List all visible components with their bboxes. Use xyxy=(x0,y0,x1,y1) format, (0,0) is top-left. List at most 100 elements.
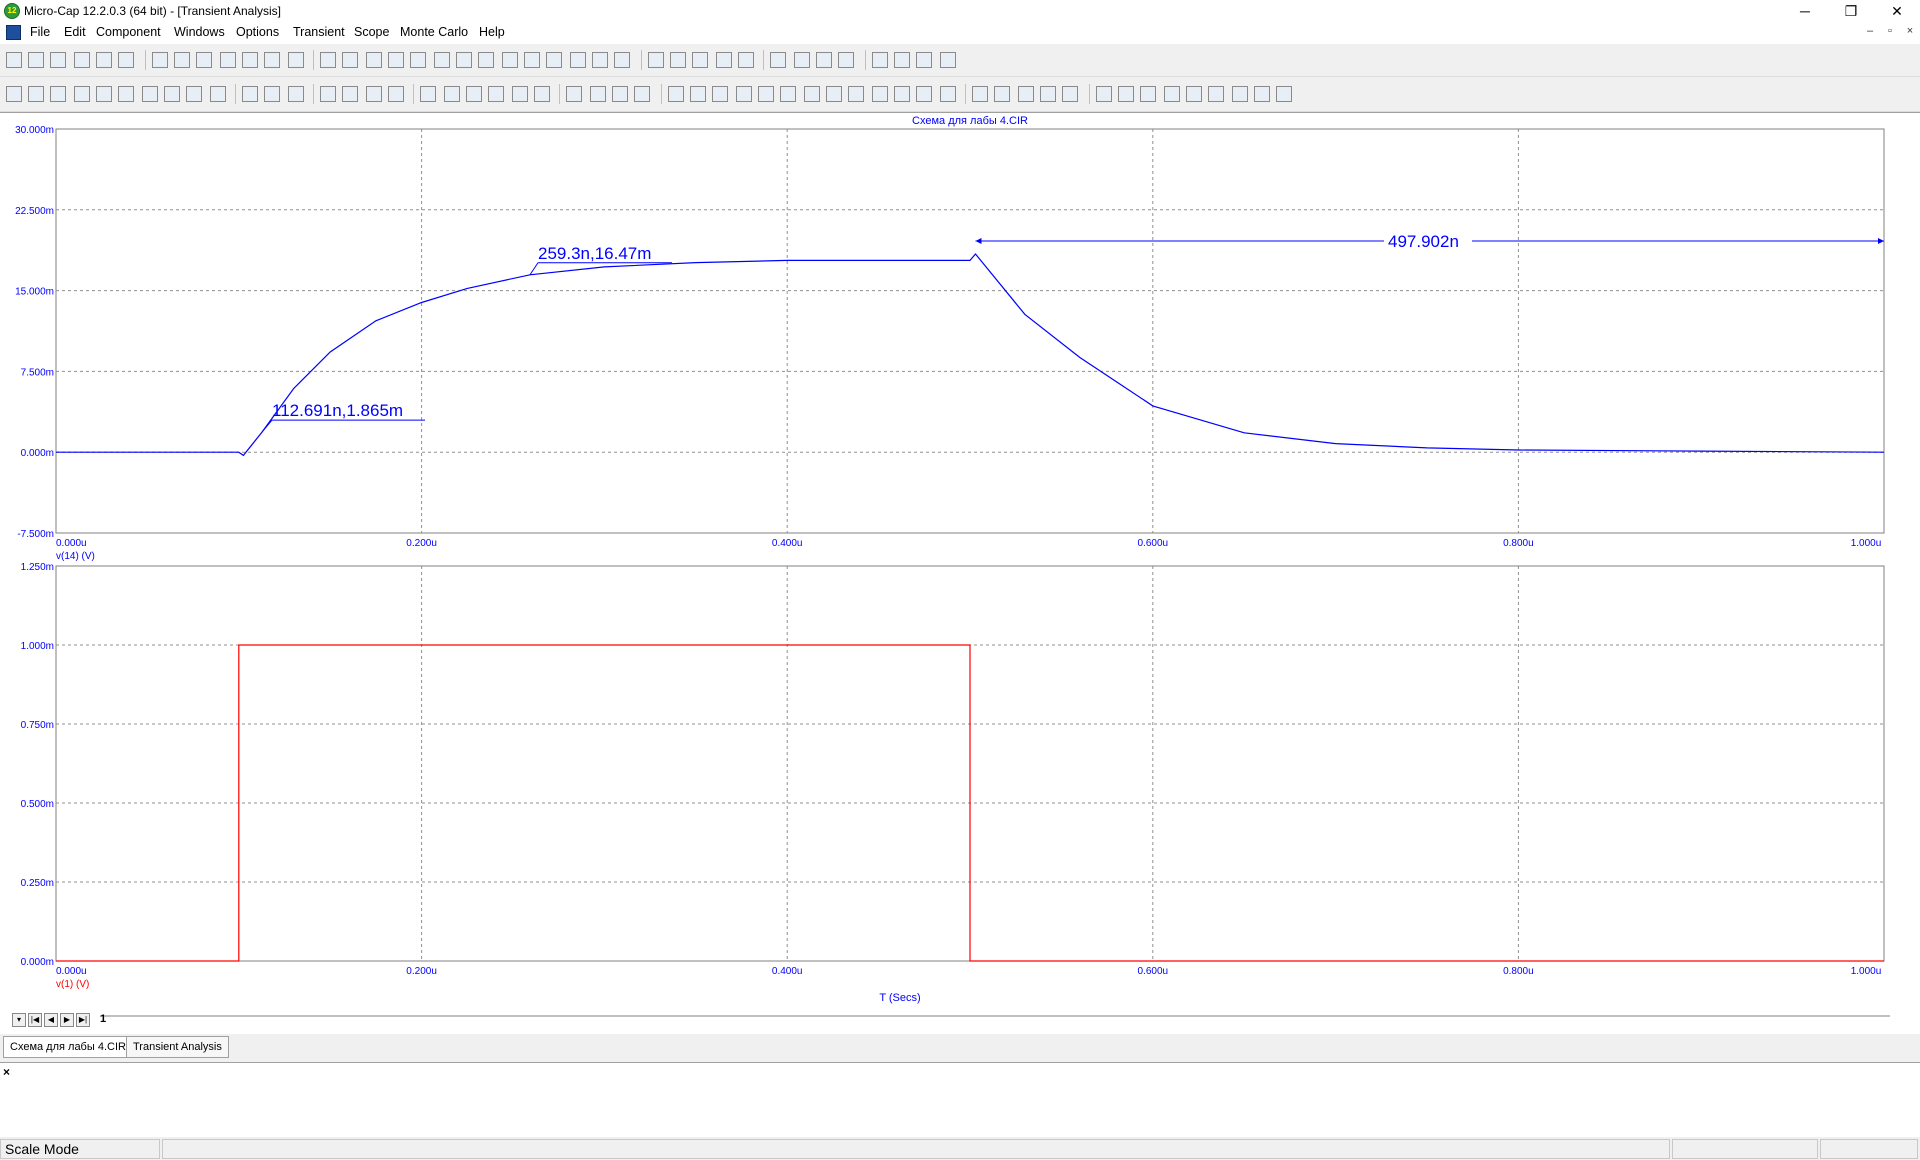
undo-icon[interactable] xyxy=(152,52,168,68)
tokens-icon[interactable] xyxy=(1140,86,1156,102)
cols-icon[interactable] xyxy=(534,86,550,102)
libraries-icon[interactable] xyxy=(838,52,854,68)
zoom-fit-icon[interactable] xyxy=(612,86,628,102)
delete-icon[interactable] xyxy=(264,52,280,68)
overlay-icon[interactable] xyxy=(1232,86,1248,102)
table-icon[interactable] xyxy=(420,86,436,102)
table-2-icon[interactable] xyxy=(444,86,460,102)
tag-v-icon[interactable] xyxy=(916,86,932,102)
menu-windows[interactable]: Windows xyxy=(174,25,225,39)
pan-icon[interactable] xyxy=(28,86,44,102)
open-icon[interactable] xyxy=(28,52,44,68)
menu-help[interactable]: Help xyxy=(479,25,505,39)
tag-h-icon[interactable] xyxy=(940,86,956,102)
junction-icon[interactable] xyxy=(570,52,586,68)
color-icon[interactable] xyxy=(1186,86,1202,102)
mdi-restore-button[interactable]: ▫ xyxy=(1882,25,1898,37)
paste-icon[interactable] xyxy=(242,52,258,68)
menu-transient[interactable]: Transient xyxy=(293,25,345,39)
redraw-icon[interactable] xyxy=(1118,86,1134,102)
transistor-icon[interactable] xyxy=(456,52,472,68)
first-page-button[interactable]: |◀ xyxy=(28,1013,42,1027)
menu-options[interactable]: Options xyxy=(236,25,279,39)
close-button[interactable]: ✕ xyxy=(1874,0,1920,22)
window-2-icon[interactable] xyxy=(716,52,732,68)
restore-button[interactable]: ❐ xyxy=(1828,0,1874,22)
window-icon[interactable] xyxy=(692,52,708,68)
select-all-icon[interactable] xyxy=(288,52,304,68)
tile-v-icon[interactable] xyxy=(670,52,686,68)
opamp-icon[interactable] xyxy=(502,52,518,68)
table-3-icon[interactable] xyxy=(466,86,482,102)
print-icon[interactable] xyxy=(118,52,134,68)
grid-fine-icon[interactable] xyxy=(388,86,404,102)
menu-scope[interactable]: Scope xyxy=(354,25,389,39)
inductor-icon[interactable] xyxy=(366,52,382,68)
rows-icon[interactable] xyxy=(512,86,528,102)
stop-icon[interactable] xyxy=(264,86,280,102)
plot-area[interactable]: Схема для лабы 4.CIR 30.000m 22.500m 15.000… xyxy=(0,112,1920,1036)
parts-icon[interactable] xyxy=(816,52,832,68)
next-page-button[interactable]: ▶ xyxy=(60,1013,74,1027)
copy-icon[interactable] xyxy=(220,52,236,68)
split-v-icon[interactable] xyxy=(1276,86,1292,102)
tab-transient-analysis[interactable]: Transient Analysis xyxy=(126,1036,229,1058)
bottom-icon[interactable] xyxy=(872,86,888,102)
top-icon[interactable] xyxy=(894,86,910,102)
run-icon[interactable] xyxy=(940,52,956,68)
plot-icon[interactable] xyxy=(916,52,932,68)
page-icon[interactable] xyxy=(770,52,786,68)
mosfet-icon[interactable] xyxy=(478,52,494,68)
transient-plot[interactable]: Схема для лабы 4.CIR 30.000m 22.500m 15.000… xyxy=(0,113,1920,1035)
document-icon[interactable] xyxy=(6,25,21,40)
properties-icon[interactable] xyxy=(794,52,810,68)
peak-icon[interactable] xyxy=(690,86,706,102)
battery-icon[interactable] xyxy=(434,52,450,68)
grid-icon[interactable] xyxy=(74,86,90,102)
cut-icon[interactable] xyxy=(196,52,212,68)
table-4-icon[interactable] xyxy=(488,86,504,102)
source-icon[interactable] xyxy=(524,52,540,68)
point-icon[interactable] xyxy=(164,86,180,102)
menu-edit[interactable]: Edit xyxy=(64,25,86,39)
slope-icon[interactable] xyxy=(804,86,820,102)
data-icon[interactable] xyxy=(994,86,1010,102)
stack-icon[interactable] xyxy=(1208,86,1224,102)
wire-icon[interactable] xyxy=(546,52,562,68)
menu-file[interactable]: File xyxy=(30,25,50,39)
select-icon[interactable] xyxy=(6,86,22,102)
prev-page-button[interactable]: ◀ xyxy=(44,1013,58,1027)
run-icon[interactable] xyxy=(242,86,258,102)
scale-auto-icon[interactable] xyxy=(320,86,336,102)
zoom-region-icon[interactable] xyxy=(96,86,112,102)
last-page-button[interactable]: ▶| xyxy=(76,1013,90,1027)
cursor-icon[interactable] xyxy=(668,86,684,102)
graph-icon[interactable] xyxy=(142,86,158,102)
analysis-icon[interactable] xyxy=(894,52,910,68)
print-preview-icon[interactable] xyxy=(96,52,112,68)
new-icon[interactable] xyxy=(6,52,22,68)
global-low-icon[interactable] xyxy=(848,86,864,102)
calc-icon[interactable] xyxy=(738,52,754,68)
zoom-in-2-icon[interactable] xyxy=(1062,86,1078,102)
page-tab-1[interactable]: 1 xyxy=(100,1013,106,1025)
box-icon[interactable] xyxy=(366,86,382,102)
scale-icon[interactable] xyxy=(50,86,66,102)
inflect-icon[interactable] xyxy=(780,86,796,102)
tag-icon[interactable] xyxy=(210,86,226,102)
next-icon[interactable] xyxy=(1018,86,1034,102)
zoom-out-2-icon[interactable] xyxy=(1096,86,1112,102)
mdi-close-button[interactable]: × xyxy=(1902,25,1918,37)
settings-icon[interactable] xyxy=(872,52,888,68)
probe-icon[interactable] xyxy=(592,52,608,68)
redo-icon[interactable] xyxy=(174,52,190,68)
scale-x-icon[interactable] xyxy=(342,86,358,102)
split-h-icon[interactable] xyxy=(1254,86,1270,102)
tab-schematic[interactable]: Схема для лабы 4.CIR xyxy=(3,1036,133,1058)
minimize-button[interactable]: ─ xyxy=(1782,0,1828,22)
valley-icon[interactable] xyxy=(712,86,728,102)
zoom-out-icon[interactable] xyxy=(590,86,606,102)
chart-icon[interactable] xyxy=(972,86,988,102)
font-icon[interactable] xyxy=(186,86,202,102)
diode-icon[interactable] xyxy=(410,52,426,68)
